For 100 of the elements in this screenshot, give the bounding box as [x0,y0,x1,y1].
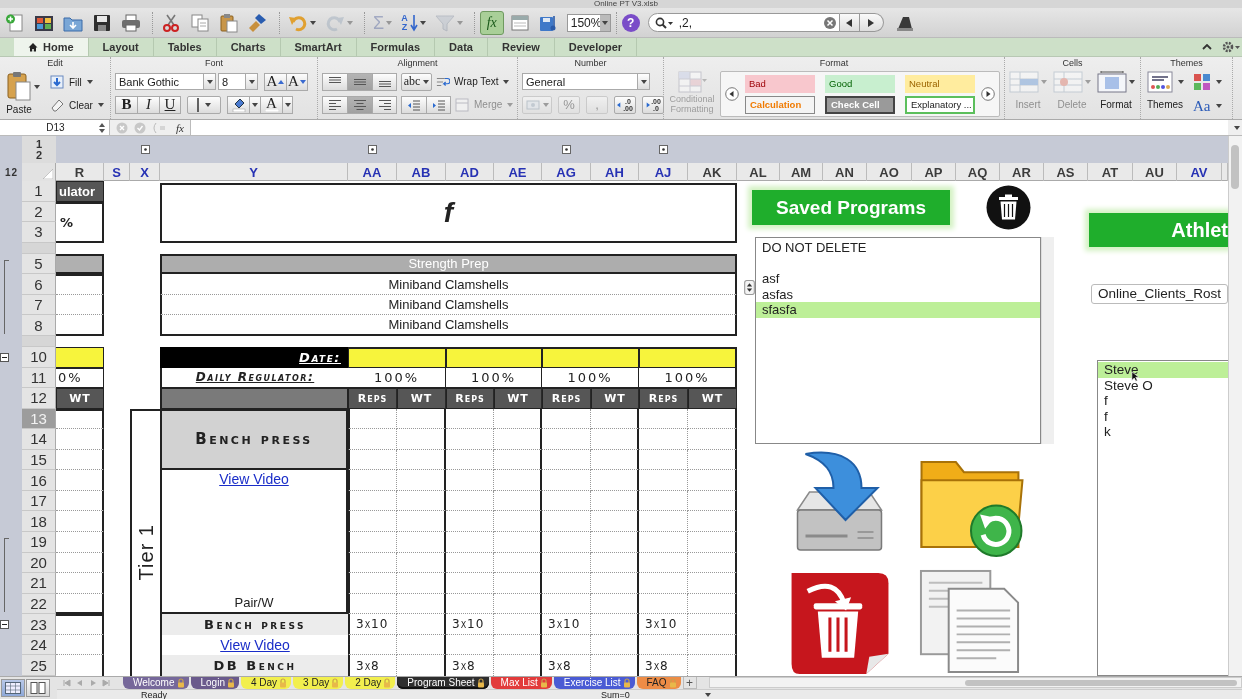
ribbon-tab[interactable]: Tables [153,38,217,56]
themes-button[interactable]: Themes [1145,71,1185,110]
outline-level-button[interactable]: 1 [4,166,11,178]
row-header[interactable]: 5 [22,253,56,275]
outline-level-button[interactable]: 1 [35,138,43,150]
list-item[interactable]: Steve O [1098,377,1228,393]
list-item[interactable]: f [1098,393,1228,409]
row-header[interactable]: 1 [22,181,56,202]
vertical-align-button[interactable] [347,72,372,91]
expand-icon[interactable] [659,145,668,154]
formula-input[interactable] [189,120,1228,135]
sheet-tab[interactable]: 3 Day [293,677,344,689]
row-header[interactable]: 23 [22,614,56,635]
cell-style-option[interactable]: Good [825,74,895,93]
row-header[interactable]: 12 [22,388,56,409]
theme-colors-button[interactable] [1193,73,1222,91]
font-color-menu[interactable] [282,95,293,114]
grow-font-button[interactable]: A [264,72,286,91]
paste-button[interactable]: Paste [4,71,34,115]
ribbon-tab[interactable]: Home [14,38,89,56]
row-header[interactable]: 21 [22,573,56,594]
date-cell[interactable] [446,346,542,368]
fill-color-menu[interactable] [249,95,260,114]
sheet-tab[interactable]: 2 Day [345,677,396,689]
function-button[interactable]: fx [479,10,504,35]
caret-icon[interactable] [34,85,40,89]
roster-dropdown[interactable]: Online_Clients_Rost [1091,284,1228,304]
font-size-field[interactable]: 8 [218,73,258,90]
video-link[interactable]: View Video [219,471,289,488]
sheet-tab[interactable]: Max List [490,677,552,689]
sheet-tab[interactable]: Exercise List [553,677,635,689]
zoom-field[interactable]: 150% [566,13,611,32]
row-header[interactable]: 19 [22,532,56,553]
orientation-button[interactable]: abc [401,72,432,91]
ribbon-tab[interactable]: Review [487,38,555,56]
collapse-ribbon-icon[interactable] [1202,44,1212,50]
video-link[interactable]: View Video [220,637,290,654]
shrink-font-button[interactable]: A [286,72,308,91]
outline-level-button[interactable]: 2 [11,166,18,178]
underline-button[interactable]: U [159,95,181,114]
list-item[interactable]: DO NOT DELETE [756,240,1041,256]
expand-icon[interactable] [368,145,377,154]
cell-style-option[interactable]: Neutral [905,74,975,93]
previous-button[interactable] [839,13,860,32]
italic-button[interactable]: I [137,95,159,114]
help-button[interactable]: ? [621,13,640,32]
wrap-text-button[interactable]: Wrap Text [436,72,509,91]
cell-style-option[interactable]: Explanatory ... [905,95,975,114]
bold-button[interactable]: B [115,95,137,114]
row-header[interactable]: 14 [22,429,56,450]
fill-color-button[interactable] [227,95,249,114]
outline-level-button[interactable]: 2 [35,149,43,161]
font-color-button[interactable]: A [260,95,282,114]
name-box[interactable]: D13 [0,120,110,135]
horizontal-align-button[interactable] [347,95,372,114]
row-header[interactable]: 7 [22,294,56,316]
vertical-align-button[interactable] [372,72,397,91]
clear-icon[interactable] [823,16,836,29]
caret-icon[interactable] [705,693,711,697]
cell-style-option[interactable]: Bad [745,74,815,93]
list-item[interactable]: k [1098,424,1228,440]
vertical-align-button[interactable] [322,72,347,91]
collapse-icon[interactable] [0,620,9,630]
clear-button[interactable]: Clear [50,96,104,114]
row-header[interactable]: 25 [22,655,56,676]
ribbon-tab[interactable]: Developer [554,38,638,56]
sheet-tab[interactable]: 4 Day [240,677,292,689]
horizontal-scrollbar[interactable] [708,677,1242,688]
list-item[interactable]: Steve [1098,362,1228,378]
fill-button[interactable]: Fill [50,73,104,91]
sheet-tab[interactable]: Program Sheet [397,677,489,689]
increase-indent-button[interactable] [426,95,451,114]
row-header[interactable]: 16 [22,470,56,491]
row-header[interactable]: 15 [22,449,56,471]
programs-list[interactable]: DO NOT DELETE asf asfas sfasfa [755,237,1054,444]
spin-button-icon[interactable] [744,280,755,295]
layout-view-button[interactable] [26,679,50,697]
next-button[interactable] [859,13,884,32]
ribbon-tab[interactable]: Formulas [356,38,436,56]
date-cell[interactable] [542,346,639,368]
theme-fonts-button[interactable]: Aa [1193,97,1222,115]
row-header[interactable]: 20 [22,552,56,574]
scroll-thumb[interactable] [964,679,1237,686]
vertical-scrollbar[interactable] [1228,136,1242,676]
font-name-field[interactable]: Bank Gothic [115,73,216,90]
list-item[interactable]: f [1098,408,1228,424]
gear-icon[interactable] [1222,41,1240,53]
date-cell[interactable] [639,346,737,368]
expand-icon[interactable] [562,145,571,154]
format-button[interactable]: Format [1097,71,1135,110]
row-header[interactable]: 17 [22,490,56,512]
ribbon-tab[interactable]: SmartArt [280,38,357,56]
number-format-field[interactable]: General [522,73,650,90]
row-header[interactable]: 22 [22,593,56,615]
sheet-tab[interactable]: FAQ [636,677,681,689]
sort-button[interactable]: A Z [398,10,429,35]
collapse-icon[interactable] [0,352,9,362]
list-item[interactable]: asfas [756,286,1041,302]
row-header[interactable]: 24 [22,634,56,656]
search-field[interactable]: ,2, [647,13,840,32]
